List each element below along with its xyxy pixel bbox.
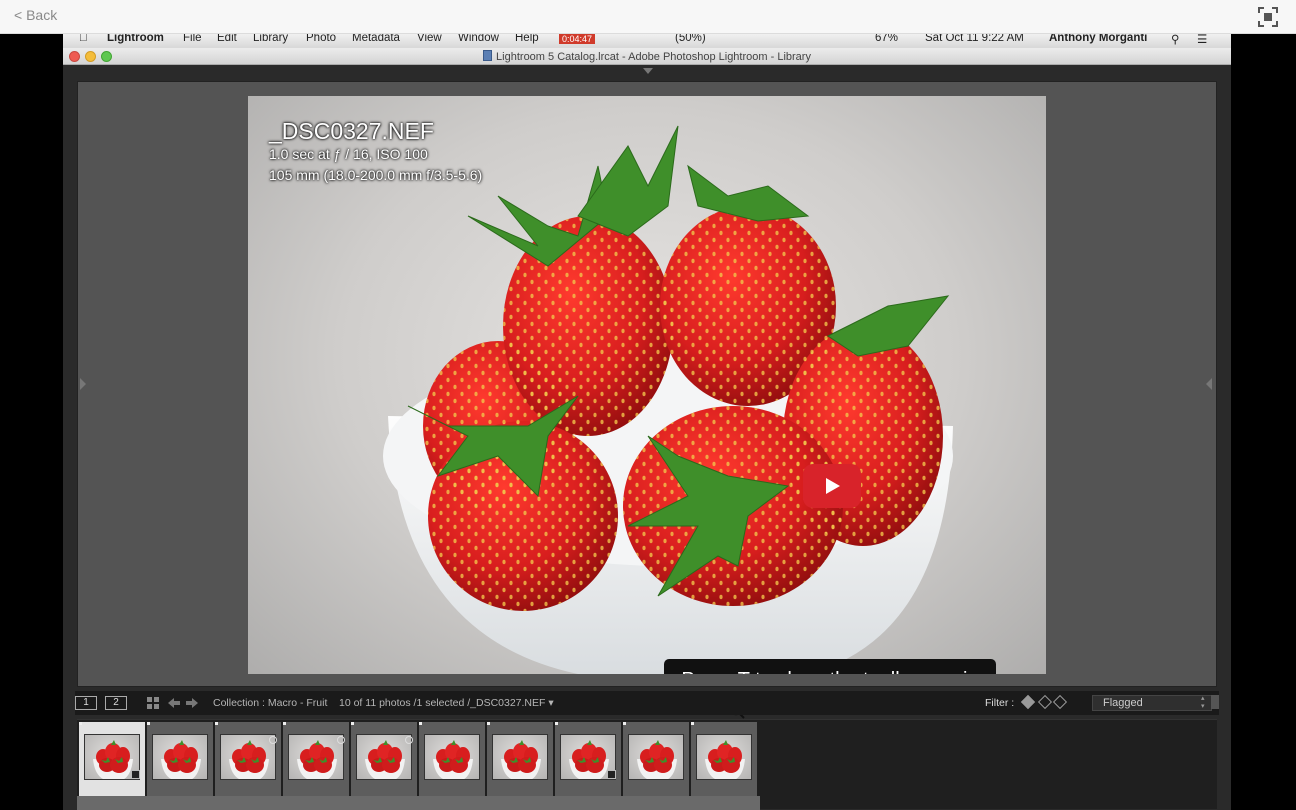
filmstrip-thumbnail[interactable]: [487, 722, 553, 796]
collection-label[interactable]: Collection : Macro - Fruit: [213, 697, 327, 709]
filmstrip-thumbnail[interactable]: [419, 722, 485, 796]
filmstrip-thumbnail[interactable]: [283, 722, 349, 796]
info-lens: 105 mm (18.0-200.0 mm f/3.5-5.6): [269, 167, 483, 183]
metadata-badge-icon[interactable]: [405, 736, 413, 744]
toolbar-hint-toast: Press T to show the toolbar again: [664, 659, 996, 674]
filmstrip-thumbnail[interactable]: [79, 722, 145, 796]
thumbnail-marker: [487, 722, 490, 725]
rejected-filter-icon[interactable]: [1052, 694, 1068, 710]
thumbnail-marker: [215, 722, 218, 725]
battery-percent[interactable]: 67%: [875, 34, 898, 44]
user-name[interactable]: Anthony Morganti: [1049, 34, 1147, 44]
thumbnail-image: [356, 734, 412, 780]
fullscreen-icon[interactable]: [1256, 5, 1280, 29]
thumbnail-marker: [79, 722, 82, 725]
browser-toolbar: < Back: [0, 0, 1296, 34]
next-photo-icon[interactable]: [186, 698, 198, 708]
spotlight-icon[interactable]: ⚲: [1171, 34, 1179, 46]
menu-library[interactable]: Library: [253, 34, 288, 44]
filmstrip-thumbnail[interactable]: [215, 722, 281, 796]
metadata-badge-icon[interactable]: [269, 736, 277, 744]
metadata-badge-icon[interactable]: [337, 736, 345, 744]
info-filename: _DSC0327.NEF: [269, 118, 434, 144]
grid-view-icon[interactable]: [147, 697, 159, 709]
window-titlebar: Lightroom 5 Catalog.lrcat - Adobe Photos…: [63, 48, 1231, 65]
apple-icon[interactable]: : [79, 34, 88, 44]
photo-count-status[interactable]: 10 of 11 photos /1 selected /_DSC0327.NE…: [339, 697, 554, 709]
photo-info-overlay: _DSC0327.NEF 1.0 sec at ƒ / 16, ISO 100 …: [269, 118, 482, 186]
menu-metadata[interactable]: Metadata: [352, 34, 400, 44]
edited-badge-icon[interactable]: [607, 770, 616, 779]
menu-file[interactable]: File: [183, 34, 202, 44]
back-button[interactable]: < Back: [14, 7, 57, 23]
thumbnail-image: [424, 734, 480, 780]
recording-timer: 0:04:47: [559, 34, 596, 44]
thumbnail-image: [696, 734, 752, 780]
menu-window[interactable]: Window: [458, 34, 499, 44]
play-button[interactable]: [803, 464, 861, 508]
main-photo[interactable]: _DSC0327.NEF 1.0 sec at ƒ / 16, ISO 100 …: [248, 96, 1046, 674]
filmstrip-scrollbar[interactable]: [77, 796, 760, 810]
filmstrip: [77, 719, 1217, 810]
filmstrip-thumbnail[interactable]: [623, 722, 689, 796]
notifications-icon[interactable]: ☰: [1197, 34, 1207, 46]
filmstrip-thumbnail[interactable]: [147, 722, 213, 796]
thumbnail-marker: [623, 722, 626, 725]
filmstrip-toolbar: 1 2 Collection : Macro - Fruit 10 of 11 …: [75, 691, 1219, 715]
filter-preset-select[interactable]: Flagged: [1092, 695, 1212, 711]
right-panel-toggle-icon[interactable]: [1206, 378, 1212, 390]
menu-edit[interactable]: Edit: [217, 34, 237, 44]
video-player[interactable]:  Lightroom File Edit Library Photo Meta…: [63, 34, 1231, 810]
left-panel-toggle-icon[interactable]: [80, 378, 86, 390]
thumbnail-image: [492, 734, 548, 780]
unflagged-filter-icon[interactable]: [1037, 694, 1053, 710]
thumbnail-image: [152, 734, 208, 780]
thumbnail-marker: [283, 722, 286, 725]
edited-badge-icon[interactable]: [131, 770, 140, 779]
menu-view[interactable]: View: [417, 34, 442, 44]
thumbnail-marker: [147, 722, 150, 725]
menu-lightroom[interactable]: Lightroom: [107, 34, 164, 44]
loupe-view: _DSC0327.NEF 1.0 sec at ƒ / 16, ISO 100 …: [77, 81, 1217, 719]
thumbnail-image: [628, 734, 684, 780]
menu-photo[interactable]: Photo: [306, 34, 336, 44]
filmstrip-options-button[interactable]: [1211, 695, 1219, 709]
top-panel-toggle-icon[interactable]: [643, 68, 653, 74]
info-exposure: 1.0 sec at ƒ / 16, ISO 100: [269, 146, 428, 162]
clock[interactable]: Sat Oct 11 9:22 AM: [925, 34, 1024, 44]
thumbnail-marker: [691, 722, 694, 725]
secondary-display-button[interactable]: 2: [105, 696, 127, 710]
document-icon: [483, 50, 493, 61]
thumbnail-image: [288, 734, 344, 780]
flagged-filter-icon[interactable]: [1020, 694, 1036, 710]
previous-photo-icon[interactable]: [168, 698, 180, 708]
filmstrip-thumbnail[interactable]: [691, 722, 757, 796]
thumbnail-marker: [351, 722, 354, 725]
filter-label: Filter :: [985, 697, 1015, 709]
thumbnail-marker: [555, 722, 558, 725]
mac-menubar:  Lightroom File Edit Library Photo Meta…: [63, 34, 1231, 48]
battery-status[interactable]: (50%): [675, 34, 706, 44]
primary-display-button[interactable]: 1: [75, 696, 97, 710]
window-title: Lightroom 5 Catalog.lrcat - Adobe Photos…: [496, 51, 811, 63]
filmstrip-thumbnail[interactable]: [351, 722, 417, 796]
menu-help[interactable]: Help: [515, 34, 539, 44]
filmstrip-thumbnail[interactable]: [555, 722, 621, 796]
thumbnail-marker: [419, 722, 422, 725]
thumbnail-image: [220, 734, 276, 780]
